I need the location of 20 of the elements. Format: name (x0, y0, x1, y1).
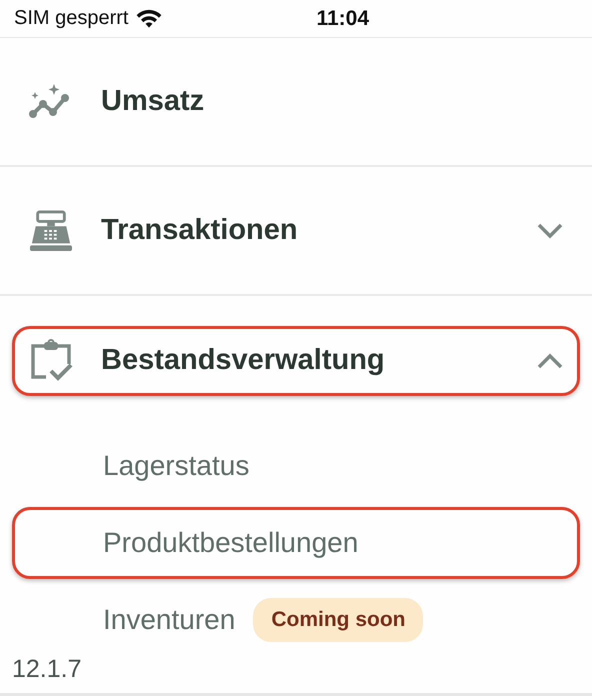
submenu-label: Lagerstatus (103, 450, 250, 482)
submenu-label: Inventuren (103, 604, 236, 636)
wifi-icon (136, 8, 162, 28)
menu-label: Transaktionen (101, 214, 299, 247)
clock-time: 11:04 (316, 6, 370, 30)
submenu-item[interactable]: Lagerstatus (12, 430, 580, 502)
highlighted-menu-item[interactable]: Bestandsverwaltung (12, 326, 580, 396)
menu-item[interactable]: Transaktionen (12, 196, 580, 266)
submenu-item[interactable]: Inventuren Coming soon (12, 584, 580, 647)
chevron-down-icon (537, 222, 563, 238)
highlighted-submenu-item[interactable]: Produktbestellungen (12, 507, 580, 579)
menu-label: Umsatz (101, 85, 206, 118)
carrier-text: SIM gesperrt (14, 7, 128, 30)
cash-register-icon (27, 210, 75, 252)
menu-label: Bestandsverwaltung (101, 344, 386, 377)
menu-item[interactable]: Umsatz (12, 66, 580, 136)
version-text: 12.1.7 (11, 654, 83, 685)
coming-soon-badge: Coming soon (253, 598, 424, 642)
chevron-up-icon (537, 352, 563, 368)
submenu-label: Produktbestellungen (103, 527, 358, 559)
